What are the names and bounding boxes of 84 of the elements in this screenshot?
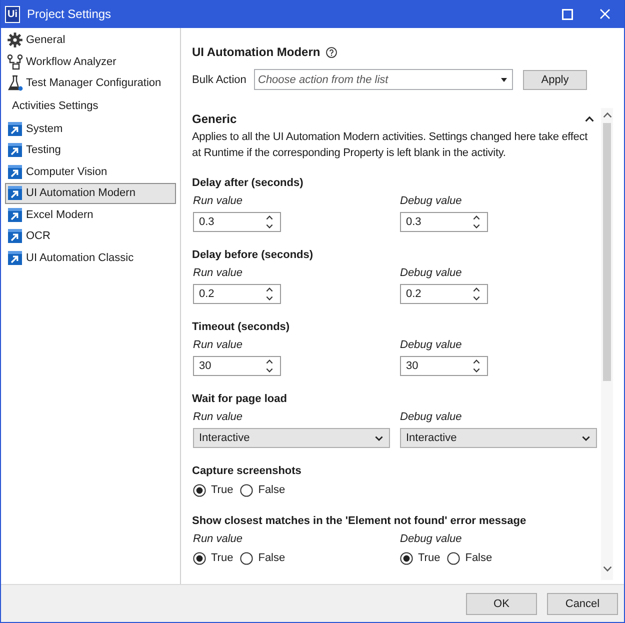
value-label: Run value (193, 194, 244, 209)
sidebar-item[interactable]: General (5, 30, 176, 51)
radio-icon[interactable] (193, 484, 206, 496)
section-description: Applies to all the UI Automation Modern activities. Settings changed here take effect at Runtime if the corresponding Property is left blank in the activity. (192, 130, 589, 161)
setting-title: Delay after (seconds) (192, 176, 304, 191)
value-label: Debug value (400, 194, 463, 209)
collapse-icon[interactable] (585, 116, 594, 122)
value-label: Run value (193, 338, 244, 353)
radio-option[interactable]: True (400, 552, 440, 564)
value-label: Run value (193, 266, 244, 281)
caret-icon (501, 78, 507, 82)
radio-icon[interactable] (240, 552, 254, 564)
help-icon[interactable] (326, 46, 338, 58)
sidebar-item[interactable]: UI Automation Classic (5, 247, 176, 268)
setting-title: Delay before (seconds) (192, 248, 314, 263)
radio-option[interactable]: True (193, 484, 234, 496)
arrow-tile-icon (7, 120, 23, 137)
number-field[interactable]: 0.2 (400, 284, 488, 304)
value-label: Debug value (400, 338, 463, 353)
spinner-icon[interactable] (266, 287, 273, 301)
dropdown[interactable]: Interactive (400, 428, 597, 448)
radio-option[interactable]: True (193, 552, 234, 564)
arrow-tile-icon (7, 250, 23, 266)
number-field[interactable]: 30 (400, 356, 488, 376)
spinner-icon[interactable] (266, 359, 273, 373)
number-field[interactable]: 0.3 (400, 212, 488, 232)
spinner-icon[interactable] (266, 215, 273, 229)
section-title: Generic (192, 112, 237, 126)
close-icon[interactable] (600, 9, 610, 19)
sidebar-item[interactable]: Computer Vision (5, 161, 176, 182)
radio-icon[interactable] (447, 552, 460, 564)
radio-option[interactable]: False (240, 484, 286, 496)
ok-button[interactable]: OK (466, 592, 537, 614)
arrow-tile-icon (7, 185, 23, 202)
radio-option[interactable]: False (447, 552, 492, 564)
setting-title: Wait for page load (192, 392, 288, 407)
maximize-icon[interactable] (562, 8, 573, 20)
flask-icon (7, 75, 23, 92)
sidebar-item[interactable]: System (5, 118, 176, 140)
arrow-tile-icon (7, 206, 23, 223)
value-label: Debug value (400, 532, 463, 547)
radio-option[interactable]: False (240, 552, 286, 564)
spinner-icon[interactable] (473, 215, 480, 229)
arrow-tile-icon (7, 142, 23, 158)
sidebar-item[interactable]: Test Manager Configuration (5, 72, 176, 94)
number-field[interactable]: 0.2 (193, 284, 281, 304)
value-label: Debug value (400, 266, 463, 281)
arrow-tile-icon (7, 164, 23, 180)
number-field[interactable]: 30 (193, 356, 281, 376)
scrollbar[interactable] (601, 108, 613, 580)
spinner-icon[interactable] (473, 359, 480, 373)
sidebar-item[interactable]: UI Automation Modern (5, 182, 176, 204)
cancel-button[interactable]: Cancel (547, 592, 618, 614)
radio-icon[interactable] (240, 484, 254, 496)
app-logo: Ui (5, 6, 20, 22)
sidebar-item[interactable]: Workflow Analyzer (5, 51, 176, 72)
spinner-icon[interactable] (473, 287, 480, 301)
setting-title: Show closest matches in the 'Element not found' error message (192, 514, 528, 529)
sidebar-item[interactable]: Excel Modern (5, 204, 176, 226)
section-heading: Activities Settings (12, 100, 98, 112)
scroll-up-icon[interactable] (602, 112, 612, 118)
chevron-down-icon (375, 436, 383, 440)
sidebar-item[interactable]: OCR (5, 226, 176, 247)
apply-button[interactable]: Apply (523, 70, 587, 90)
page-title: UI Automation Modern (192, 45, 320, 59)
arrow-tile-icon (7, 228, 23, 244)
radio-icon[interactable] (400, 552, 413, 564)
setting-title: Capture screenshots (192, 464, 302, 479)
bulk-action-dropdown[interactable]: Choose action from the list (254, 69, 513, 90)
window-title: Project Settings (27, 7, 112, 21)
value-label: Run value (193, 532, 244, 547)
value-label: Debug value (400, 410, 463, 425)
number-field[interactable]: 0.3 (193, 212, 281, 232)
dropdown[interactable]: Interactive (193, 428, 390, 448)
scrollbar-thumb[interactable] (603, 123, 611, 381)
scroll-down-icon[interactable] (602, 566, 612, 572)
value-label: Run value (193, 410, 244, 425)
radio-icon[interactable] (193, 552, 206, 564)
sidebar-item[interactable]: Testing (5, 140, 176, 161)
gear-icon (7, 32, 23, 48)
bulk-action-label: Bulk Action (192, 74, 248, 86)
chevron-down-icon (582, 436, 590, 440)
setting-title: Timeout (seconds) (192, 320, 291, 335)
flowchart-icon (7, 54, 23, 70)
